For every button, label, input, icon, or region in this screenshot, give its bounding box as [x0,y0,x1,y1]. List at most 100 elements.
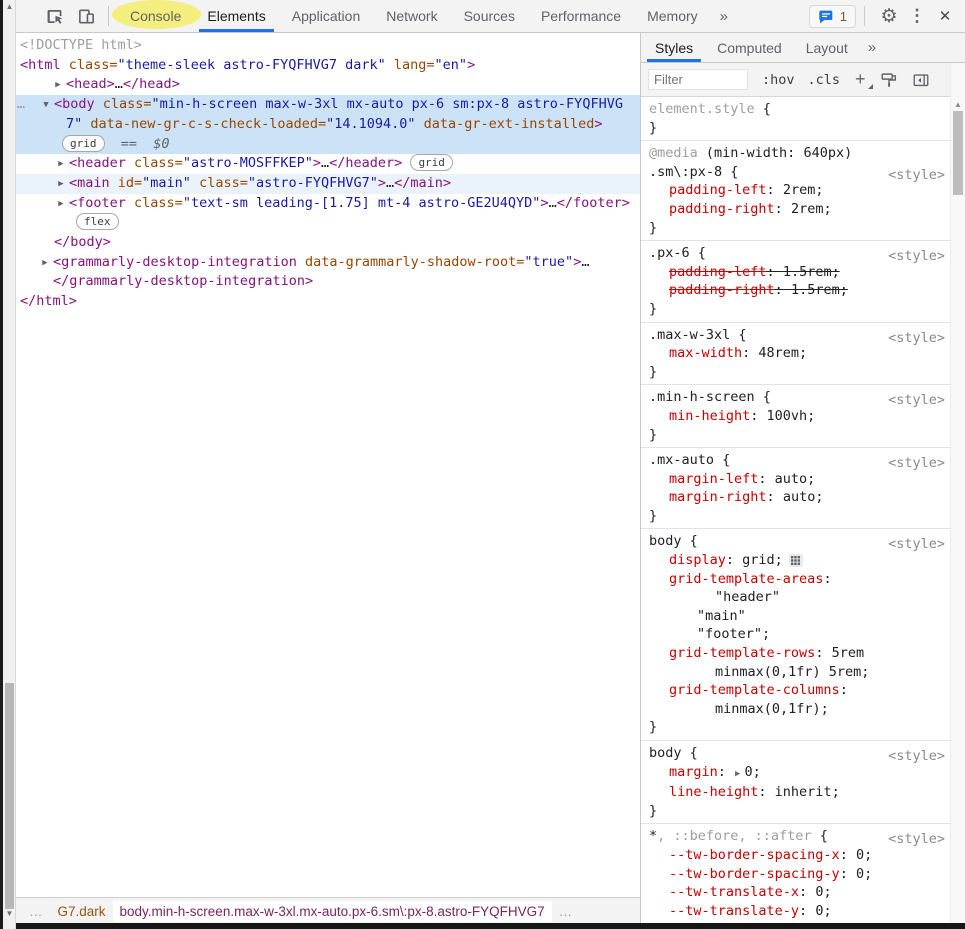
css-declaration[interactable]: --tw-translate-y: 0; [641,902,950,921]
styles-tab-layout[interactable]: Layout [794,33,860,62]
grid-badge[interactable]: grid [410,154,453,171]
tab-network[interactable]: Network [373,0,450,32]
expand-value-icon[interactable]: ▶ [735,769,740,779]
tab-console[interactable]: Console [117,0,194,32]
style-source-link[interactable]: <style> [888,391,945,410]
css-declaration[interactable]: line-height: inherit; [641,783,950,802]
disclosure-arrow-icon[interactable]: ▶ [39,254,51,274]
css-property-value[interactable]: 1.5rem; [791,282,848,298]
styles-filter-input[interactable] [648,69,748,90]
disclosure-arrow-icon[interactable]: ▶ [55,195,67,215]
css-selector[interactable]: .max-w-3xl [649,327,730,343]
dom-tree-row[interactable]: ▶<head>…</head> [16,75,640,95]
breadcrumb-item[interactable]: G7.dark [51,901,113,922]
css-property-value[interactable]: 0; [856,866,872,882]
grid-badge[interactable]: grid [62,135,105,152]
dom-tree-row[interactable]: <html class="theme-sleek astro-FYQFHVG7 … [16,56,640,76]
dom-tree-row[interactable]: ▶<header class="astro-MOSFFKEP">…</heade… [16,154,640,174]
css-property-name[interactable]: margin-left [669,471,758,487]
css-value-continuation[interactable]: "header" [641,588,950,607]
css-property-value[interactable]: 0; [815,884,831,900]
more-tabs-icon[interactable]: » [711,0,737,32]
node-menu-icon[interactable]: … [17,95,25,115]
dom-tree-row[interactable]: </html> [16,292,640,312]
more-tabs-icon[interactable]: » [860,33,884,62]
new-style-rule-button[interactable]: + [855,69,866,90]
settings-gear-icon[interactable]: ⚙ [877,4,901,28]
css-property-value[interactable]: 2rem; [783,182,824,198]
tab-application[interactable]: Application [279,0,374,32]
breadcrumb-item[interactable]: body.min-h-screen.max-w-3xl.mx-auto.px-6… [113,901,552,922]
scroll-up-icon[interactable]: ▲ [3,1,16,13]
css-property-value[interactable]: 0; [815,903,831,919]
style-source-link[interactable]: <style> [888,329,945,348]
css-selector[interactable]: .sm\:px-8 [649,164,722,180]
dom-tree-row[interactable]: 7" data-new-gr-c-s-check-loaded="14.1094… [16,115,640,135]
style-source-link[interactable]: <style> [888,747,945,766]
flex-badge[interactable]: flex [76,213,119,230]
css-selector[interactable]: .min-h-screen [649,389,755,405]
css-declaration[interactable]: padding-right: 1.5rem; [641,281,950,300]
css-declaration[interactable]: margin: ▶0; [641,763,950,784]
style-source-link[interactable]: <style> [888,830,945,849]
dom-tree-row[interactable]: <!DOCTYPE html> [16,36,640,56]
dom-tree-row[interactable]: </grammarly-desktop-integration> [16,272,640,292]
css-property-name[interactable]: margin [669,764,718,780]
device-toolbar-icon[interactable] [74,4,98,28]
css-property-value[interactable]: 0; [744,764,760,780]
dom-tree-row[interactable]: ▶<main id="main" class="astro-FYQFHVG7">… [16,174,640,194]
close-icon[interactable]: ✕ [933,4,957,28]
kebab-menu-icon[interactable]: ⋮ [905,4,929,28]
css-property-name[interactable]: padding-right [669,282,775,298]
css-property-value[interactable]: 48rem; [758,345,807,361]
tab-performance[interactable]: Performance [528,0,634,32]
css-property-value[interactable]: 5rem [832,645,865,661]
css-property-name[interactable]: grid-template-areas [669,571,823,587]
element-classes-toggle[interactable]: .cls [808,72,841,88]
left-scrollbar[interactable]: ▲ ▼ [3,0,16,929]
disclosure-arrow-icon[interactable]: ▶ [55,155,67,175]
styles-tab-computed[interactable]: Computed [705,33,794,62]
dom-tree-row[interactable]: flex [16,213,640,233]
css-property-value[interactable]: 1.5rem; [783,264,840,280]
css-property-name[interactable]: display [669,552,726,568]
css-property-value[interactable]: inherit; [775,784,840,800]
css-property-name[interactable]: min-height [669,408,750,424]
breadcrumb-overflow[interactable]: … [552,901,581,922]
css-declaration[interactable]: margin-right: auto; [641,488,950,507]
disclosure-arrow-icon[interactable]: ▼ [40,96,52,116]
css-declaration[interactable]: grid-template-rows: 5rem [641,644,950,663]
pseudo-state-toggle[interactable]: :hov [762,72,795,88]
tab-elements[interactable]: Elements [194,0,278,32]
css-property-name[interactable]: grid-template-rows [669,645,815,661]
scroll-down-icon[interactable]: ▼ [3,908,16,920]
css-selector[interactable]: * [649,828,657,844]
css-property-name[interactable]: padding-right [669,201,775,217]
styles-scrollbar[interactable]: ▲ ▼ [950,63,965,929]
css-value-continuation[interactable]: minmax(0,1fr) 5rem; [641,663,950,682]
css-value-continuation[interactable]: minmax(0,1fr); [641,700,950,719]
collapse-sidebar-icon[interactable] [910,69,932,91]
dom-tree-row[interactable]: …▼<body class="min-h-screen max-w-3xl mx… [16,95,640,115]
scrollbar-thumb[interactable] [953,111,963,195]
css-property-name[interactable]: padding-left [669,264,767,280]
css-property-value[interactable]: 0; [856,847,872,863]
css-declaration[interactable]: padding-right: 2rem; [641,200,950,219]
css-property-name[interactable]: padding-left [669,182,767,198]
disclosure-arrow-icon[interactable]: ▶ [52,76,64,96]
css-selector[interactable]: body [649,745,682,761]
issues-button[interactable]: 1 [809,5,856,28]
dom-tree-row[interactable]: </body> [16,233,640,253]
css-property-name[interactable]: max-width [669,345,742,361]
style-source-link[interactable]: <style> [888,454,945,473]
style-source-link[interactable]: <style> [888,166,945,185]
css-property-name[interactable]: --tw-translate-y [669,903,799,919]
scroll-up-icon[interactable]: ▲ [951,99,965,111]
disclosure-arrow-icon[interactable]: ▶ [55,175,67,195]
css-selector[interactable]: .mx-auto [649,452,714,468]
css-declaration[interactable]: grid-template-areas: [641,570,950,589]
dom-tree-row[interactable]: ▶<grammarly-desktop-integration data-gra… [16,253,640,273]
tab-sources[interactable]: Sources [451,0,528,32]
css-selector[interactable]: .px-6 [649,245,690,261]
css-selector[interactable]: element.style [649,101,755,117]
